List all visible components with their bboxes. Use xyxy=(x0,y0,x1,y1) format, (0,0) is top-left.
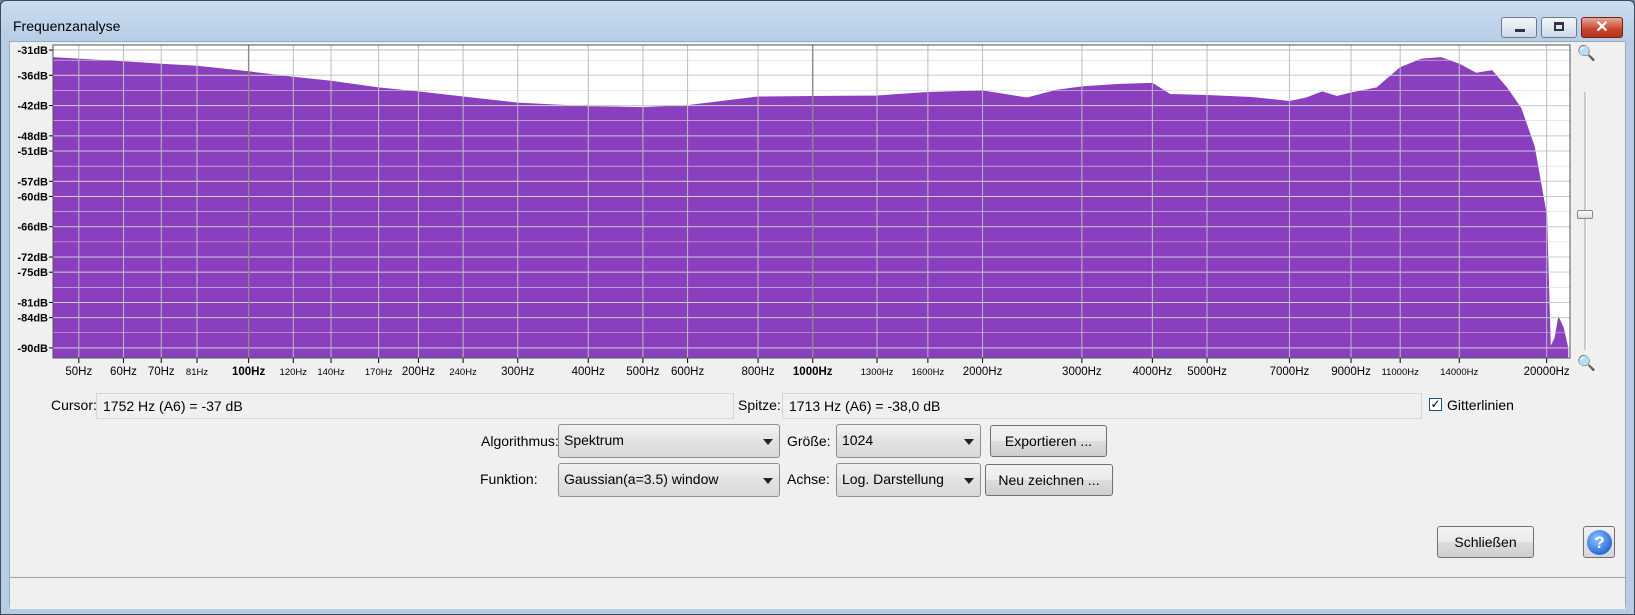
x-tick-label: 120Hz xyxy=(280,367,308,378)
x-tick-label: 1000Hz xyxy=(793,366,833,378)
spectrum-area xyxy=(52,57,1569,359)
peak-label: Spitze: xyxy=(738,397,781,413)
function-select[interactable]: Gaussian(a=3.5) window xyxy=(558,463,780,497)
size-value: 1024 xyxy=(842,432,874,448)
x-tick-label: 300Hz xyxy=(501,366,534,378)
x-tick-label: 7000Hz xyxy=(1270,366,1310,378)
x-tick-label: 50Hz xyxy=(65,366,92,378)
cursor-value: 1752 Hz (A6) = -37 dB xyxy=(96,393,734,419)
close-button[interactable]: Schließen xyxy=(1437,526,1534,558)
zoom-in-icon[interactable]: 🔍 xyxy=(1577,44,1596,62)
cursor-label: Cursor: xyxy=(51,397,97,413)
algorithm-select[interactable]: Spektrum xyxy=(558,424,780,458)
y-tick-label: -81dB xyxy=(17,297,48,309)
x-tick-label: 400Hz xyxy=(572,366,605,378)
algorithm-label: Algorithmus: xyxy=(481,433,559,449)
export-button[interactable]: Exportieren ... xyxy=(990,425,1107,457)
minimize-icon xyxy=(1515,29,1525,32)
window-title: Frequenzanalyse xyxy=(13,18,121,34)
redraw-button[interactable]: Neu zeichnen ... xyxy=(985,464,1113,496)
x-tick-label: 140Hz xyxy=(317,367,345,378)
x-tick-label: 81Hz xyxy=(186,367,208,378)
y-tick-label: -36dB xyxy=(17,70,48,82)
x-tick-label: 9000Hz xyxy=(1331,366,1371,378)
x-tick-label: 3000Hz xyxy=(1062,366,1102,378)
x-tick-label: 2000Hz xyxy=(963,366,1003,378)
y-tick-label: -51dB xyxy=(17,146,48,158)
x-tick-label: 14000Hz xyxy=(1440,367,1478,378)
minimize-button[interactable] xyxy=(1501,17,1537,38)
x-tick-label: 4000Hz xyxy=(1133,366,1173,378)
chevron-down-icon xyxy=(763,439,773,445)
axis-select[interactable]: Log. Darstellung xyxy=(836,463,981,497)
help-icon: ? xyxy=(1587,530,1612,555)
algorithm-value: Spektrum xyxy=(564,432,624,448)
y-tick-label: -84dB xyxy=(17,313,48,325)
x-tick-label: 800Hz xyxy=(741,366,774,378)
x-tick-label: 1600Hz xyxy=(912,367,945,378)
gridlines-label: Gitterlinien xyxy=(1447,397,1514,413)
scroll-track xyxy=(1584,92,1587,350)
x-tick-label: 200Hz xyxy=(402,366,435,378)
scroll-thumb[interactable] xyxy=(1577,210,1593,219)
y-tick-label: -90dB xyxy=(17,343,48,355)
y-tick-label: -66dB xyxy=(17,222,48,234)
function-label: Funktion: xyxy=(480,471,538,487)
chevron-down-icon xyxy=(964,478,974,484)
maximize-button[interactable] xyxy=(1541,17,1577,38)
peak-value: 1713 Hz (A6) = -38,0 dB xyxy=(782,393,1422,419)
y-tick-label: -57dB xyxy=(17,176,48,188)
x-tick-label: 500Hz xyxy=(626,366,659,378)
close-icon: ✕ xyxy=(1595,19,1609,36)
size-select[interactable]: 1024 xyxy=(836,424,981,458)
x-tick-label: 20000Hz xyxy=(1524,366,1570,378)
y-tick-label: -31dB xyxy=(17,45,48,57)
x-tick-label: 1300Hz xyxy=(861,367,894,378)
vertical-scrollbar[interactable]: 🔍 🔍 xyxy=(1576,45,1596,372)
x-tick-label: 11000Hz xyxy=(1382,367,1420,378)
dialog-body: -31dB -36dB -42dB -48dB -51dB -57dB -60dB -66dB… xyxy=(9,41,1626,609)
frequency-analysis-window: Frequenzanalyse ✕ -31dB -36dB -42dB -48dB -5… xyxy=(0,0,1635,615)
x-tick-label: 600Hz xyxy=(671,366,704,378)
x-tick-label: 100Hz xyxy=(232,366,265,378)
x-tick-label: 5000Hz xyxy=(1187,366,1227,378)
y-tick-label: -60dB xyxy=(17,191,48,203)
axis-label: Achse: xyxy=(787,471,830,487)
x-tick-label: 60Hz xyxy=(110,366,137,378)
y-tick-label: -72dB xyxy=(17,252,48,264)
x-tick-label: 70Hz xyxy=(148,366,175,378)
chevron-down-icon xyxy=(964,439,974,445)
size-label: Größe: xyxy=(787,433,831,449)
axis-value: Log. Darstellung xyxy=(842,471,944,487)
x-tick-label: 170Hz xyxy=(365,367,393,378)
help-button[interactable]: ? xyxy=(1583,526,1615,558)
zoom-out-icon[interactable]: 🔍 xyxy=(1577,354,1596,372)
spectrum-plot[interactable]: -31dB -36dB -42dB -48dB -51dB -57dB -60dB -66dB… xyxy=(10,42,1620,387)
y-tick-label: -75dB xyxy=(17,267,48,279)
chevron-down-icon xyxy=(763,478,773,484)
y-tick-label: -48dB xyxy=(17,131,48,143)
maximize-icon xyxy=(1554,22,1564,31)
status-bar xyxy=(10,577,1625,609)
close-window-button[interactable]: ✕ xyxy=(1581,17,1623,38)
x-tick-label: 240Hz xyxy=(449,367,477,378)
gridlines-checkbox[interactable]: ✓ xyxy=(1429,398,1442,411)
function-value: Gaussian(a=3.5) window xyxy=(564,471,719,487)
y-tick-label: -42dB xyxy=(17,101,48,113)
title-bar[interactable]: Frequenzanalyse ✕ xyxy=(1,1,1634,41)
